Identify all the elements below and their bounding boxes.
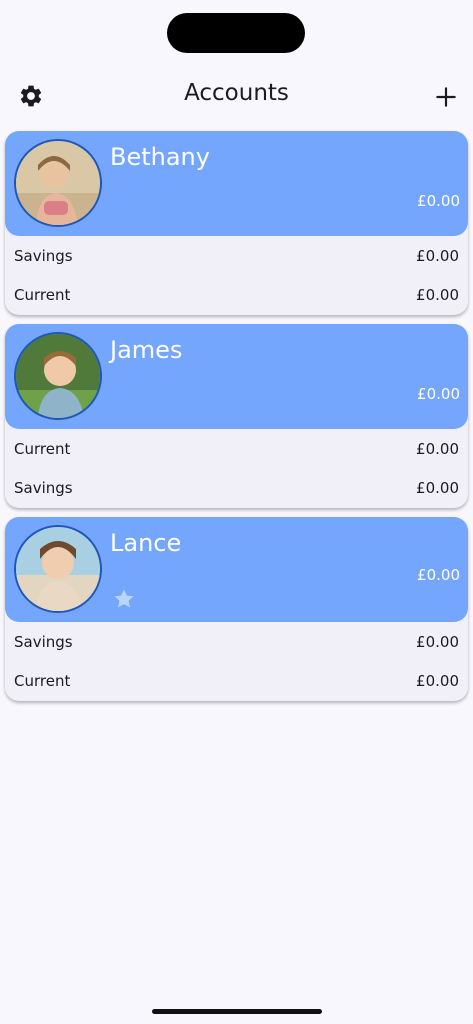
person-card-bethany: Bethany £0.00 Savings £0.00 Current £0.0… <box>5 131 468 315</box>
account-label: Current <box>14 286 71 304</box>
person-name: Bethany <box>110 143 210 171</box>
account-row[interactable]: Current £0.00 <box>5 433 468 465</box>
avatar <box>14 139 102 227</box>
account-label: Savings <box>14 479 73 497</box>
account-amount: £0.00 <box>416 672 459 690</box>
account-row[interactable]: Current £0.00 <box>5 665 468 697</box>
person-name: Lance <box>110 529 182 557</box>
top-app-bar: Accounts <box>0 70 473 122</box>
account-label: Current <box>14 672 71 690</box>
person-card-header[interactable]: James £0.00 <box>5 324 468 429</box>
account-row[interactable]: Savings £0.00 <box>5 472 468 504</box>
home-indicator[interactable] <box>152 1009 322 1014</box>
account-amount: £0.00 <box>416 247 459 265</box>
avatar <box>14 332 102 420</box>
person-card-lance: Lance £0.00 Savings £0.00 Current £0.00 <box>5 517 468 701</box>
account-amount: £0.00 <box>416 633 459 651</box>
avatar <box>14 525 102 613</box>
account-row[interactable]: Savings £0.00 <box>5 626 468 658</box>
page-title: Accounts <box>184 80 289 106</box>
person-total: £0.00 <box>417 192 460 210</box>
person-card-james: James £0.00 Current £0.00 Savings £0.00 <box>5 324 468 508</box>
account-label: Current <box>14 440 71 458</box>
person-card-header[interactable]: Bethany £0.00 <box>5 131 468 236</box>
account-amount: £0.00 <box>416 440 459 458</box>
person-total: £0.00 <box>417 566 460 584</box>
account-row[interactable]: Current £0.00 <box>5 279 468 311</box>
dynamic-island <box>167 13 305 53</box>
person-card-header[interactable]: Lance £0.00 <box>5 517 468 622</box>
person-name: James <box>110 336 183 364</box>
account-label: Savings <box>14 247 73 265</box>
star-icon[interactable] <box>112 587 136 611</box>
account-amount: £0.00 <box>416 286 459 304</box>
person-total: £0.00 <box>417 385 460 403</box>
account-label: Savings <box>14 633 73 651</box>
plus-icon[interactable] <box>433 84 459 110</box>
account-row[interactable]: Savings £0.00 <box>5 240 468 272</box>
account-amount: £0.00 <box>416 479 459 497</box>
